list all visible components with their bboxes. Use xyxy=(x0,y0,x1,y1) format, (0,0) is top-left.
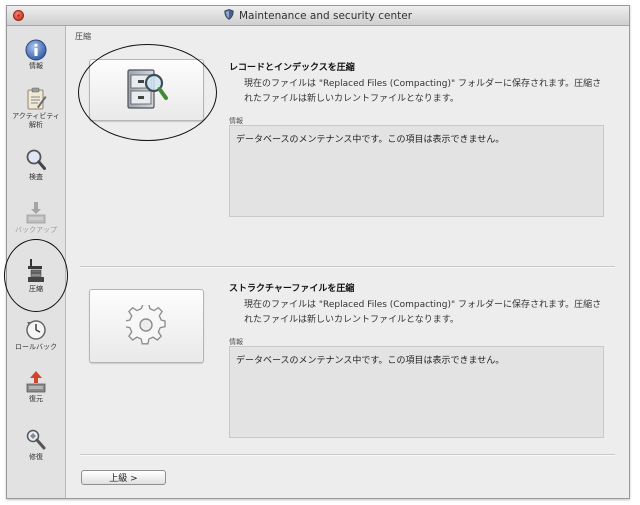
sidebar-item-label: 圧縮 xyxy=(29,285,43,293)
magnifier-icon xyxy=(26,149,46,170)
window-title: Maintenance and security center xyxy=(238,9,413,22)
backup-icon xyxy=(26,202,46,224)
sidebar-item-activity-analysis[interactable]: アクティビティ 解析 xyxy=(7,87,65,130)
compact-icon xyxy=(28,259,44,282)
sidebar-item-label: バックアップ xyxy=(15,226,57,234)
card-title: ストラクチャーファイルを圧縮 xyxy=(229,284,355,294)
section-title: 圧縮 xyxy=(75,32,91,41)
shield-icon xyxy=(224,8,234,23)
advanced-button-label: 上級 > xyxy=(109,474,138,484)
section-divider xyxy=(80,266,615,268)
sidebar-item-label: アクティビティ 解析 xyxy=(12,112,60,129)
sidebar-item-label: ロールバック xyxy=(15,343,57,351)
clipboard-icon xyxy=(27,87,47,110)
file-cabinet-magnifier-icon xyxy=(127,69,168,109)
card-title: レコードとインデックスを圧縮 xyxy=(229,63,355,73)
title-bar: Maintenance and security center xyxy=(7,6,629,26)
sidebar-item-compact[interactable]: 圧縮 xyxy=(7,258,65,294)
compact-records-indexes-button[interactable] xyxy=(89,59,204,121)
sidebar-item-verify[interactable]: 検査 xyxy=(7,148,65,182)
info-box: データベースのメンテナンス中です。この項目は表示できません。 xyxy=(229,346,604,438)
sidebar-item-label: 情報 xyxy=(29,62,43,70)
card-description: 現在のファイルは "Replaced Files (Compacting)" フ… xyxy=(244,79,602,104)
sidebar-item-restore[interactable]: 復元 xyxy=(7,370,65,404)
section-divider xyxy=(80,454,615,456)
gear-icon xyxy=(126,305,166,345)
maintenance-window: Maintenance and security center 情報 アクティビ… xyxy=(6,5,630,499)
sidebar-item-label: 復元 xyxy=(29,395,43,403)
info-box: データベースのメンテナンス中です。この項目は表示できません。 xyxy=(229,125,604,217)
main-panel: 圧縮 レコードとインデックスを圧縮 現在のファイルは "Replaced Fil… xyxy=(66,26,629,498)
info-text: データベースのメンテナンス中です。この項目は表示できません。 xyxy=(236,135,505,145)
sidebar-item-repair[interactable]: 修復 xyxy=(7,428,65,462)
sidebar-item-info[interactable]: 情報 xyxy=(7,39,65,71)
info-icon xyxy=(25,39,47,61)
restore-icon xyxy=(26,371,46,393)
sidebar: 情報 アクティビティ 解析 検査 バックアップ 圧縮 ロールバック 復元 修復 xyxy=(7,26,66,498)
sidebar-item-label: 検査 xyxy=(29,173,43,181)
sidebar-item-backup[interactable]: バックアップ xyxy=(7,201,65,235)
sidebar-item-rollback[interactable]: ロールバック xyxy=(7,318,65,352)
rollback-clock-icon xyxy=(26,320,46,340)
info-text: データベースのメンテナンス中です。この項目は表示できません。 xyxy=(236,356,505,366)
sidebar-item-label: 修復 xyxy=(29,453,43,461)
card-description: 現在のファイルは "Replaced Files (Compacting)" フ… xyxy=(244,300,602,325)
repair-icon xyxy=(26,429,46,450)
compact-structure-file-button[interactable] xyxy=(89,289,204,363)
advanced-button[interactable]: 上級 > xyxy=(81,470,166,485)
